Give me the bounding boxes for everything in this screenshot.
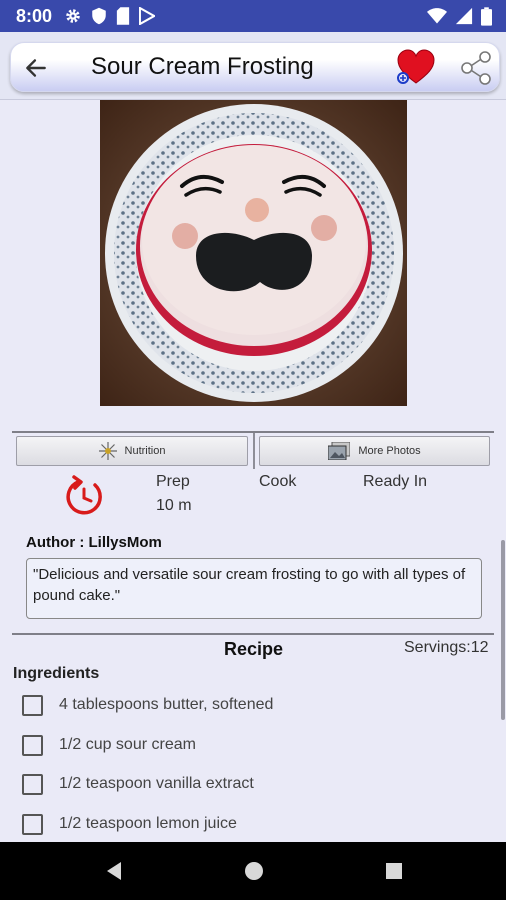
gear-icon [66, 9, 80, 23]
ingredient-item[interactable]: 4 tablespoons butter, softened [22, 693, 273, 717]
play-store-icon [139, 7, 156, 25]
status-bar: 8:00 [0, 0, 506, 32]
signal-icon [455, 7, 473, 25]
scrollbar[interactable] [501, 540, 505, 720]
sparkle-icon [98, 442, 117, 460]
sd-card-icon [116, 7, 130, 25]
navigation-bar [0, 842, 506, 900]
prep-value: 10 m [156, 497, 192, 514]
app-bar: Sour Cream Frosting [0, 32, 506, 100]
page-title: Sour Cream Frosting [91, 53, 314, 80]
ingredient-text: 4 tablespoons butter, softened [59, 696, 274, 713]
ingredient-text: 1/2 teaspoon lemon juice [59, 815, 237, 832]
ready-in-label: Ready In [363, 473, 428, 490]
ingredient-checkbox[interactable] [22, 773, 43, 795]
wifi-icon [427, 8, 447, 24]
arrow-left-icon[interactable] [23, 55, 49, 81]
ingredient-text: 1/2 teaspoon vanilla extract [59, 775, 254, 792]
home-nav-icon[interactable] [242, 859, 266, 883]
servings-label[interactable]: Servings:12 [404, 639, 489, 657]
cook-label: Cook [259, 473, 297, 490]
more-photos-label: More Photos [358, 445, 421, 457]
recents-nav-icon[interactable] [382, 859, 406, 883]
prep-label: Prep [156, 473, 190, 490]
recipe-title: Recipe [224, 639, 284, 659]
title-bar: Sour Cream Frosting [10, 42, 500, 92]
back-nav-icon[interactable] [102, 859, 126, 883]
ingredient-item[interactable]: 1/2 cup sour cream [22, 733, 196, 757]
ingredient-checkbox[interactable] [22, 734, 43, 756]
share-icon[interactable] [460, 51, 492, 85]
ingredient-item[interactable]: 1/2 teaspoon vanilla extract [22, 772, 254, 796]
cake-image [100, 100, 407, 406]
photos-icon [328, 442, 351, 460]
divider [12, 633, 494, 635]
timer-icon[interactable] [64, 475, 104, 515]
tab-separator [253, 433, 255, 469]
status-icons-right [427, 6, 492, 26]
ingredient-checkbox[interactable] [22, 694, 43, 716]
recipe-content[interactable]: Nutrition More Photos Prep 10 m Cook Rea… [0, 100, 506, 842]
nutrition-button[interactable]: Nutrition [16, 436, 248, 466]
status-icons-left [64, 7, 156, 25]
author-label[interactable]: Author : LillysMom [26, 534, 162, 551]
recipe-photo[interactable] [100, 100, 407, 406]
status-time: 8:00 [16, 5, 53, 26]
heart-icon[interactable] [396, 49, 436, 87]
ingredients-title: Ingredients [13, 665, 100, 682]
description-box: "Delicious and versatile sour cream fros… [26, 558, 482, 619]
more-photos-button[interactable]: More Photos [259, 436, 490, 466]
shield-icon [92, 7, 106, 25]
ingredient-item[interactable]: 1/2 teaspoon lemon juice [22, 812, 237, 836]
battery-icon [481, 6, 492, 26]
ingredient-checkbox[interactable] [22, 813, 43, 835]
ingredient-text: 1/2 cup sour cream [59, 736, 196, 753]
nutrition-label: Nutrition [124, 445, 166, 457]
